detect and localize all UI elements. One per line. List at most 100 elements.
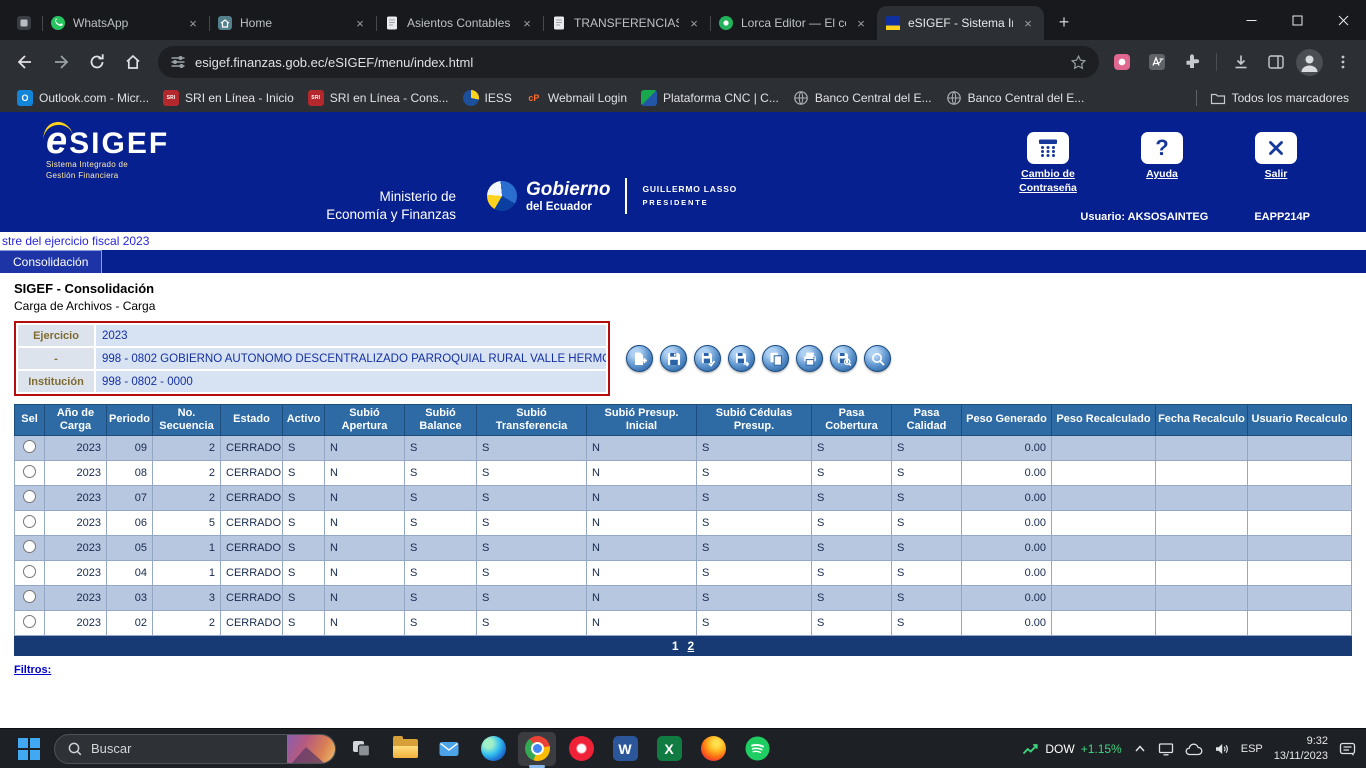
home-button[interactable] bbox=[116, 45, 150, 79]
tab-lorca-editor[interactable]: Lorca Editor — El cor × bbox=[710, 6, 877, 40]
bookmark-banco-central-1[interactable]: Banco Central del E... bbox=[786, 87, 939, 109]
table-row: 2023065CERRADOSNSSNSSS0.00 bbox=[15, 511, 1352, 536]
bookmark-sri-inicio[interactable]: SRI SRI en Línea - Inicio bbox=[156, 87, 301, 109]
row-select-radio[interactable] bbox=[23, 515, 36, 528]
page-number-link[interactable]: 2 bbox=[688, 639, 695, 653]
validate-button[interactable] bbox=[694, 345, 721, 372]
change-password-button[interactable]: Cambio de Contraseña bbox=[1006, 132, 1090, 195]
profile-avatar[interactable] bbox=[1296, 49, 1323, 76]
row-select-radio[interactable] bbox=[23, 440, 36, 453]
side-panel-icon[interactable] bbox=[1261, 47, 1291, 77]
row-select-radio[interactable] bbox=[23, 615, 36, 628]
hidden-icons-chevron[interactable] bbox=[1133, 742, 1147, 756]
taskbar-clock[interactable]: 9:32 13/11/2023 bbox=[1274, 734, 1328, 763]
notification-center-icon[interactable] bbox=[1339, 741, 1356, 757]
approve-button[interactable] bbox=[728, 345, 755, 372]
minimize-button[interactable] bbox=[1228, 0, 1274, 40]
firefox-button[interactable] bbox=[694, 732, 732, 766]
copy-button[interactable] bbox=[762, 345, 789, 372]
tab-close-icon[interactable]: × bbox=[185, 15, 201, 31]
menu-kebab-icon[interactable] bbox=[1328, 47, 1358, 77]
table-cell: S bbox=[812, 461, 892, 486]
start-button[interactable] bbox=[10, 732, 48, 766]
taskbar-search[interactable]: Buscar bbox=[54, 734, 336, 764]
bookmark-webmail[interactable]: cP Webmail Login bbox=[519, 87, 634, 109]
volume-icon[interactable] bbox=[1214, 741, 1230, 757]
bookmark-cnc[interactable]: Plataforma CNC | C... bbox=[634, 87, 786, 109]
row-select-radio[interactable] bbox=[23, 565, 36, 578]
file-explorer-button[interactable] bbox=[386, 732, 424, 766]
onedrive-cloud-icon[interactable] bbox=[1185, 742, 1203, 756]
forward-button[interactable] bbox=[44, 45, 78, 79]
table-cell: CERRADO bbox=[221, 486, 283, 511]
extensions-puzzle-icon[interactable] bbox=[1177, 47, 1207, 77]
back-button[interactable] bbox=[8, 45, 42, 79]
row-select-radio[interactable] bbox=[23, 490, 36, 503]
tab-close-icon[interactable]: × bbox=[352, 15, 368, 31]
pinned-tab[interactable] bbox=[6, 6, 42, 40]
search-button[interactable] bbox=[864, 345, 891, 372]
logout-button[interactable]: Salir bbox=[1234, 132, 1318, 195]
bookmark-star-icon[interactable] bbox=[1070, 54, 1087, 71]
table-cell: 0.00 bbox=[962, 536, 1052, 561]
stock-widget[interactable]: DOW +1.15% bbox=[1022, 742, 1121, 756]
bookmark-outlook[interactable]: O Outlook.com - Micr... bbox=[10, 87, 156, 109]
row-select-radio[interactable] bbox=[23, 465, 36, 478]
menu-tab-consolidacion[interactable]: Consolidación bbox=[0, 250, 102, 273]
translate-icon[interactable] bbox=[1142, 47, 1172, 77]
extension-pink-icon[interactable] bbox=[1107, 47, 1137, 77]
tab-esigef-active[interactable]: eSIGEF - Sistema Inte × bbox=[877, 6, 1044, 40]
task-view-button[interactable] bbox=[342, 732, 380, 766]
tab-strip: WhatsApp × Home × Asientos Contables × T… bbox=[0, 0, 1228, 40]
table-cell bbox=[1052, 561, 1156, 586]
mail-button[interactable] bbox=[430, 732, 468, 766]
table-cell: S bbox=[697, 586, 812, 611]
tab-close-icon[interactable]: × bbox=[519, 15, 535, 31]
bookmark-all-bookmarks[interactable]: Todos los marcadores bbox=[1203, 87, 1356, 109]
opera-button[interactable] bbox=[562, 732, 600, 766]
spotify-button[interactable] bbox=[738, 732, 776, 766]
query-button[interactable] bbox=[830, 345, 857, 372]
address-bar[interactable]: esigef.finanzas.gob.ec/eSIGEF/menu/index… bbox=[158, 46, 1099, 78]
tab-asientos-contables[interactable]: Asientos Contables × bbox=[376, 6, 543, 40]
select-cell bbox=[15, 611, 45, 636]
table-cell bbox=[1156, 511, 1248, 536]
row-select-radio[interactable] bbox=[23, 590, 36, 603]
close-button[interactable] bbox=[1320, 0, 1366, 40]
table-cell: S bbox=[697, 561, 812, 586]
tab-transferencias[interactable]: TRANSFERENCIAS RE × bbox=[543, 6, 710, 40]
row-select-radio[interactable] bbox=[23, 540, 36, 553]
tab-whatsapp[interactable]: WhatsApp × bbox=[42, 6, 209, 40]
page-content: e SIGEF Sistema Integrado de Gestión Fin… bbox=[0, 112, 1366, 728]
iess-favicon bbox=[463, 90, 479, 106]
downloads-icon[interactable] bbox=[1226, 47, 1256, 77]
language-indicator[interactable]: ESP bbox=[1241, 743, 1263, 755]
select-cell bbox=[15, 511, 45, 536]
tab-close-icon[interactable]: × bbox=[1020, 15, 1036, 31]
tab-home[interactable]: Home × bbox=[209, 6, 376, 40]
reload-button[interactable] bbox=[80, 45, 114, 79]
word-button[interactable]: W bbox=[606, 732, 644, 766]
diskette-arrow-icon bbox=[734, 351, 750, 367]
edge-button[interactable] bbox=[474, 732, 512, 766]
url-text: esigef.finanzas.gob.ec/eSIGEF/menu/index… bbox=[195, 55, 1061, 70]
bookmark-label: SRI en Línea - Cons... bbox=[330, 91, 449, 105]
bookmark-banco-central-2[interactable]: Banco Central del E... bbox=[939, 87, 1092, 109]
tab-close-icon[interactable]: × bbox=[853, 15, 869, 31]
save-button[interactable] bbox=[660, 345, 687, 372]
new-document-button[interactable] bbox=[626, 345, 653, 372]
print-button[interactable] bbox=[796, 345, 823, 372]
tab-close-icon[interactable]: × bbox=[686, 15, 702, 31]
bookmark-sri-consultas[interactable]: SRI SRI en Línea - Cons... bbox=[301, 87, 456, 109]
table-cell bbox=[1052, 611, 1156, 636]
excel-button[interactable]: X bbox=[650, 732, 688, 766]
new-tab-button[interactable]: + bbox=[1050, 8, 1078, 36]
help-button[interactable]: ? Ayuda bbox=[1120, 132, 1204, 195]
table-cell bbox=[1156, 561, 1248, 586]
filters-link[interactable]: Filtros: bbox=[14, 664, 51, 676]
bookmark-iess[interactable]: IESS bbox=[456, 87, 519, 109]
display-icon[interactable] bbox=[1158, 741, 1174, 757]
chrome-button[interactable] bbox=[518, 732, 556, 766]
search-refresh-icon bbox=[870, 351, 886, 367]
maximize-button[interactable] bbox=[1274, 0, 1320, 40]
